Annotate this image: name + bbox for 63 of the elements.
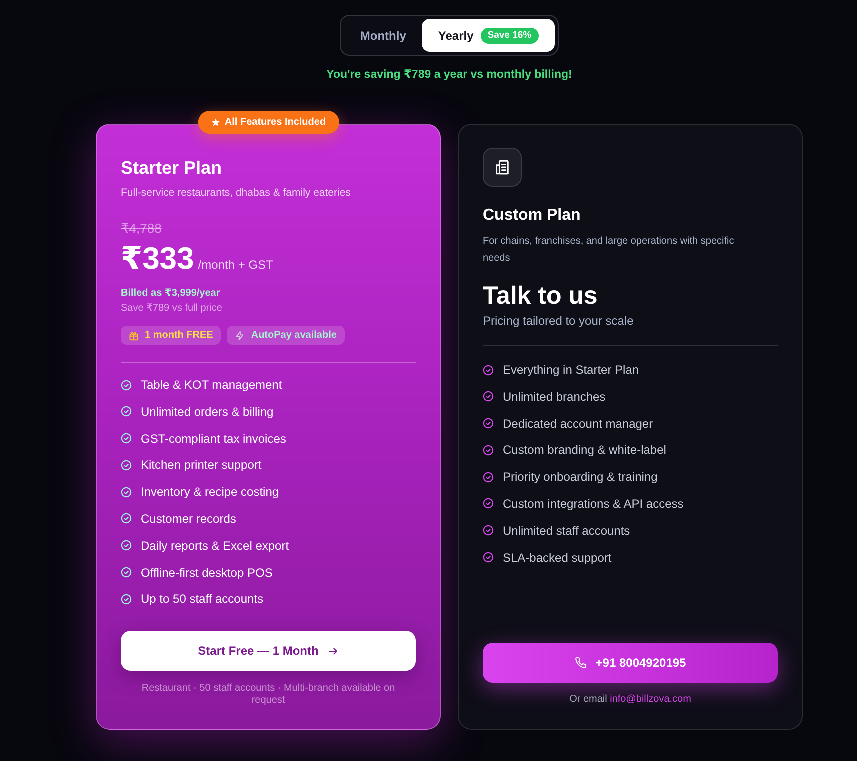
check-circle-icon — [121, 567, 132, 578]
check-circle-icon — [121, 513, 132, 524]
feature-text: Offline-first desktop POS — [141, 564, 273, 582]
phone-call-button[interactable]: +91 8004920195 — [483, 643, 778, 684]
feature-text: Up to 50 staff accounts — [141, 591, 264, 608]
feature-text: Inventory & recipe costing — [141, 484, 280, 502]
check-circle-icon — [483, 418, 494, 430]
feature-text: Priority onboarding & training — [503, 469, 658, 486]
check-circle-icon — [121, 486, 132, 498]
arrow-right-icon — [328, 646, 339, 657]
check-circle-icon — [121, 433, 132, 444]
check-circle-icon — [121, 380, 132, 390]
price: ₹333 — [121, 241, 194, 277]
plan-headline: Talk to us — [483, 281, 599, 311]
billing-note: Billed as ₹3,999/year — [121, 287, 222, 301]
check-circle-icon — [483, 472, 494, 483]
email-link[interactable]: info@billzova.com — [610, 694, 692, 706]
feature-text: Daily reports & Excel export — [141, 538, 290, 555]
phone-icon — [574, 657, 587, 670]
original-price: ₹4,788 — [121, 221, 163, 237]
billing-tab[interactable]: Yearly Save 16% — [422, 19, 555, 52]
plan-title: Starter Plan — [121, 157, 224, 179]
lightning-icon — [235, 330, 246, 340]
feature-text: Unlimited staff accounts — [503, 522, 630, 540]
savings-note: You're saving ₹789 a year vs monthly billing! — [326, 68, 572, 82]
billing-tab[interactable]: Monthly — [344, 19, 422, 52]
perk-text: 1 month FREE — [145, 330, 214, 342]
feature-text: Custom branding & white-label — [503, 442, 666, 460]
savings-text: Save ₹789 vs full price — [121, 302, 224, 316]
feature-text: Custom integrations & API access — [503, 496, 684, 513]
feature-text: GST-compliant tax invoices — [141, 430, 286, 448]
contact-note: Or email info@billzova.com — [568, 693, 692, 708]
check-circle-icon — [121, 594, 132, 605]
perk-text: AutoPay available — [251, 330, 337, 342]
check-circle-icon — [483, 498, 494, 510]
plan-title: Custom Plan — [483, 206, 582, 226]
feature-text: Unlimited branches — [503, 388, 606, 406]
check-circle-icon — [483, 391, 494, 402]
feature-text: Dedicated account manager — [503, 416, 654, 433]
plan-footnote: Restaurant · 50 staff accounts · Multi-branch available on request — [140, 683, 396, 708]
savings-tag: Save 16% — [480, 28, 539, 44]
start-free-button[interactable]: Start Free — 1 Month — [121, 631, 416, 672]
plan-subheadline: Pricing tailored to your scale — [483, 313, 635, 329]
check-circle-icon — [483, 364, 494, 376]
check-circle-icon — [121, 460, 132, 471]
feature-text: SLA-backed support — [503, 550, 612, 567]
star-icon — [210, 118, 220, 127]
feature-text: Unlimited orders & billing — [141, 404, 274, 421]
feature-text: Customer records — [141, 510, 236, 528]
plan-description: Full-service restaurants, dhabas & family eateries — [121, 186, 352, 201]
check-circle-icon — [483, 525, 494, 536]
check-circle-icon — [483, 444, 494, 456]
price-suffix: /month + GST — [198, 257, 274, 274]
check-circle-icon — [483, 552, 494, 564]
feature-text: Table & KOT management — [141, 377, 282, 394]
check-circle-icon — [121, 406, 132, 418]
building-icon — [483, 148, 522, 187]
feature-text: Kitchen printer support — [141, 457, 262, 474]
feature-text: Everything in Starter Plan — [503, 362, 640, 379]
check-circle-icon — [121, 540, 132, 552]
ribbon-text: All Features Included — [224, 116, 326, 130]
plan-description: For chains, franchises, and large operations with specific needs — [483, 235, 736, 266]
gift-icon — [129, 330, 139, 340]
